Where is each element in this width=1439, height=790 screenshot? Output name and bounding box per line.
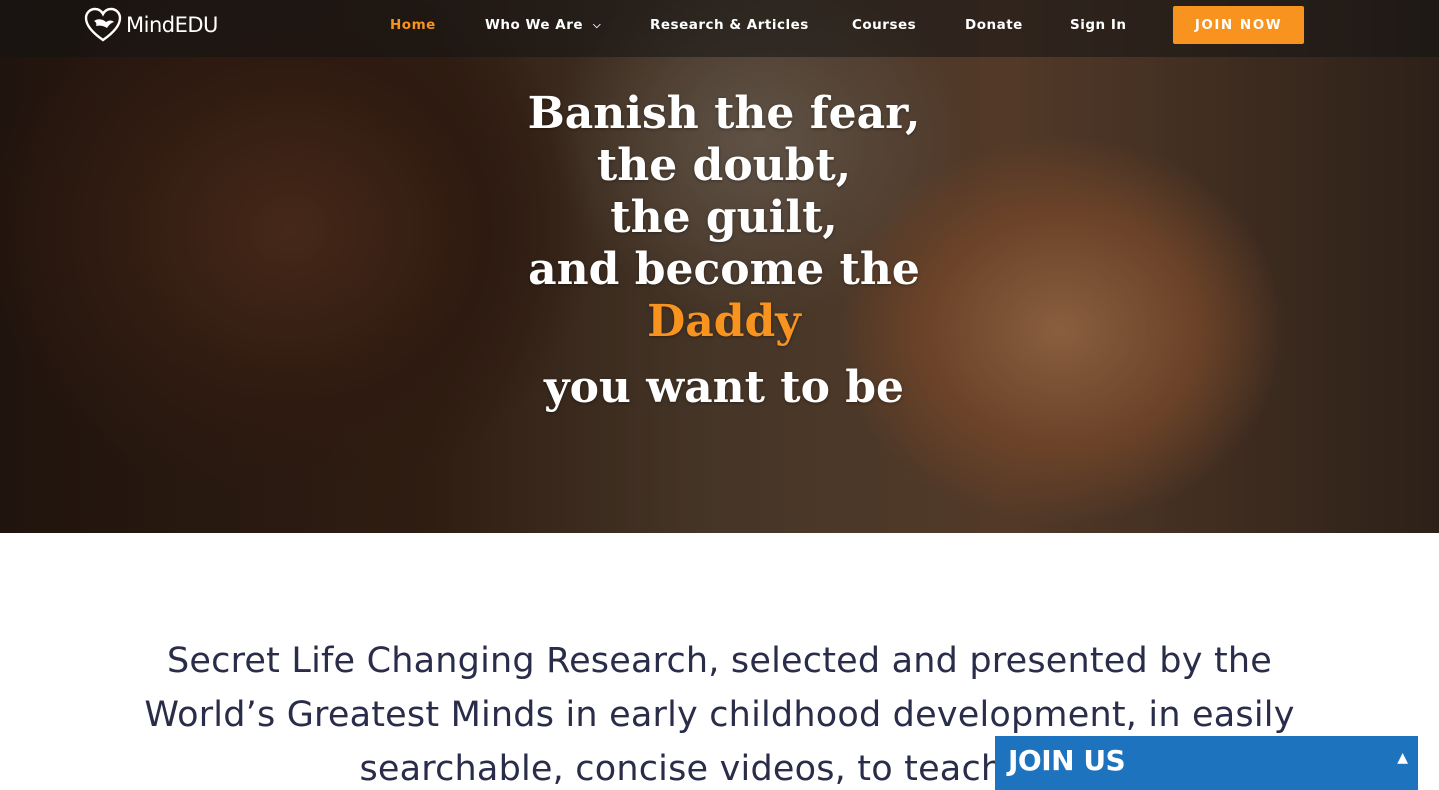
hero-line-2: the doubt, [596,140,852,191]
top-navbar: MindEDU Home Who We Are ⌵ Research & Arti… [0,0,1439,57]
caret-up-icon[interactable]: ▲ [1397,750,1408,766]
nav-who-we-are[interactable]: Who We Are ⌵ [485,17,601,33]
nav-sign-in[interactable]: Sign In [1070,17,1126,33]
join-us-title: JOIN US [1008,744,1126,777]
chevron-down-icon: ⌵ [593,20,602,31]
nav-courses[interactable]: Courses [852,17,916,33]
join-now-button[interactable]: JOIN NOW [1173,6,1304,44]
nav-donate[interactable]: Donate [965,17,1023,33]
hero-line-1: Banish the fear, [527,88,921,139]
logo-link[interactable]: MindEDU [84,7,218,43]
join-us-widget[interactable]: JOIN US ▲ [995,736,1418,790]
heart-dove-icon [84,7,122,42]
nav-research-articles[interactable]: Research & Articles [650,17,809,33]
brand-name: MindEDU [126,13,218,37]
hero-last-line: you want to be [544,362,904,413]
nav-who-we-are-label: Who We Are [485,17,584,33]
nav-home[interactable]: Home [390,17,436,33]
hero-headline: Banish the fear, the doubt, the guilt, a… [474,88,974,414]
hero-line-3: the guilt, [610,192,838,243]
hero-accent-word: Daddy [647,296,801,347]
hero-line-4: and become the [528,244,920,295]
